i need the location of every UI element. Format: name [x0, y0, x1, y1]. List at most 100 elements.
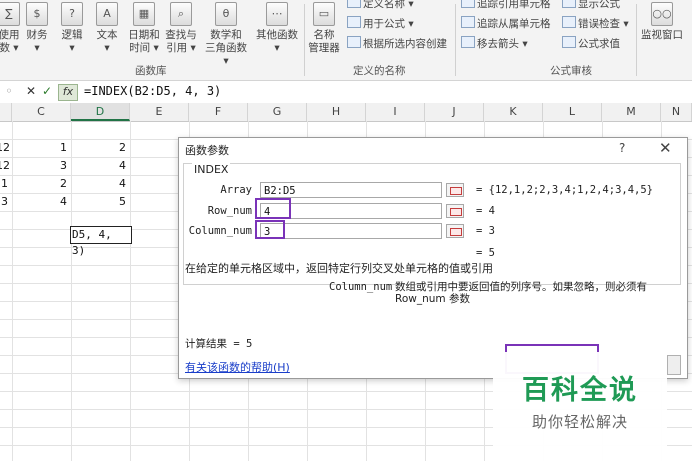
column-header-m[interactable]: M [602, 103, 661, 121]
financial-button[interactable]: $ 财务 ▾ [22, 2, 52, 55]
name-box-dropdown[interactable]: ◦ [2, 84, 16, 99]
question-book-icon: ? [61, 2, 83, 26]
table-cell[interactable]: 5 [71, 193, 130, 211]
collapse-dialog-icon[interactable] [446, 183, 464, 197]
arg-label-column-num: Column_num [188, 225, 252, 237]
function-arguments-dialog: 函数参数 ? ✕ INDEX Array B2:D5 = {12,1,2;2,3… [178, 137, 688, 379]
text-book-icon: A [96, 2, 118, 26]
formula-bar: ◦ ✕ ✓ fx =INDEX(B2:D5, 4, 3) [0, 81, 692, 104]
glasses-icon: ○○ [651, 2, 673, 26]
column-header-n[interactable]: N [661, 103, 692, 121]
column-num-result: = 3 [476, 225, 495, 237]
evaluate-formula-button[interactable]: 公式求值 [562, 36, 620, 51]
column-num-input[interactable]: 3 [260, 223, 442, 239]
trace-precedents-icon [461, 0, 475, 8]
arg-label-array: Array [220, 184, 252, 196]
lookup-reference-button[interactable]: ⌕ 查找与 引用 ▾ [163, 2, 199, 55]
table-cell[interactable]: 3 [0, 193, 12, 211]
evaluate-formula-icon [562, 36, 576, 48]
table-cell[interactable]: 1 [0, 175, 12, 193]
table-cell[interactable]: 2 [71, 139, 130, 157]
row-num-result: = 4 [476, 205, 495, 217]
theta-book-icon: θ [215, 2, 237, 26]
table-cell[interactable]: 12 [0, 139, 12, 157]
watch-window-button[interactable]: ○○ 监视窗口 [638, 2, 686, 42]
trace-dependents-button[interactable]: 追踪从属单元格 [461, 16, 551, 31]
more-functions-button[interactable]: ⋯ 其他函数 ▾ [253, 2, 301, 55]
array-result: = {12,1,2;2,3,4;1,2,4;3,4,5} [476, 184, 654, 196]
function-description: 在给定的单元格区域中，返回特定行列交叉处单元格的值或引用 [185, 262, 493, 275]
collapse-dialog-icon[interactable] [446, 224, 464, 238]
group-separator [455, 4, 456, 76]
array-input[interactable]: B2:D5 [260, 182, 442, 198]
column-header-h[interactable]: H [307, 103, 366, 121]
arg-label-row-num: Row_num [207, 205, 252, 217]
column-header-l[interactable]: L [543, 103, 602, 121]
column-header-g[interactable]: G [248, 103, 307, 121]
define-name-button[interactable]: 定义名称 ▾ [347, 0, 414, 11]
date-time-button[interactable]: ▦ 日期和 时间 ▾ [126, 2, 162, 55]
defined-names-label: 定义的名称 [353, 65, 406, 77]
magnifier-book-icon: ⌕ [170, 2, 192, 26]
show-formulas-icon [562, 0, 576, 8]
total-result: = 5 [476, 247, 495, 259]
trace-dependents-icon [461, 16, 475, 28]
column-header-b[interactable] [0, 103, 12, 121]
table-cell[interactable]: 1 [12, 139, 71, 157]
function-icon: ∑ [0, 2, 20, 26]
table-cell[interactable]: 3 [12, 157, 71, 175]
column-header-d[interactable]: D [71, 103, 130, 121]
use-in-formula-icon [347, 16, 361, 28]
error-checking-button[interactable]: 错误检查 ▾ [562, 16, 629, 31]
confirm-entry-icon[interactable]: ✓ [40, 84, 54, 99]
column-header-f[interactable]: F [189, 103, 248, 121]
watermark-subtitle: 助你轻松解决 [531, 413, 628, 431]
column-header-i[interactable]: I [366, 103, 425, 121]
arg-help-text: 数组或引用中要返回值的列序号。如果忽略，则必须有 Row_num 参数 [395, 281, 647, 305]
create-from-selection-icon [347, 36, 361, 48]
math-trig-button[interactable]: θ 数学和 三角函数 ▾ [201, 2, 251, 68]
remove-arrows-button[interactable]: 移去箭头 ▾ [461, 36, 528, 51]
dialog-title: 函数参数 [185, 144, 229, 157]
calendar-book-icon: ▦ [133, 2, 155, 26]
define-name-icon [347, 0, 361, 8]
table-cell[interactable]: 4 [71, 175, 130, 193]
table-cell[interactable]: 12 [0, 157, 12, 175]
column-header-j[interactable]: J [425, 103, 484, 121]
column-header-e[interactable]: E [130, 103, 189, 121]
column-header-k[interactable]: K [484, 103, 543, 121]
watermark-logo: 百科全说 助你轻松解决 [493, 352, 667, 461]
collapse-dialog-icon[interactable] [446, 204, 464, 218]
column-headers: C D E F G H I J K L M N [0, 103, 692, 122]
cancel-entry-icon[interactable]: ✕ [24, 84, 38, 99]
trace-precedents-button[interactable]: 追踪引用单元格 [461, 0, 551, 11]
active-cell-editor[interactable]: D5, 4, 3) [70, 226, 132, 257]
arg-help-name: Column_num [329, 281, 393, 293]
function-name: INDEX [192, 163, 231, 176]
row-num-highlight [255, 198, 291, 219]
formula-input[interactable]: =INDEX(B2:D5, 4, 3) [84, 84, 221, 98]
use-in-formula-button[interactable]: 用于公式 ▾ [347, 16, 414, 31]
cancel-button[interactable] [667, 355, 681, 375]
text-button[interactable]: A 文本 ▾ [92, 2, 122, 55]
help-icon[interactable]: ? [619, 141, 625, 155]
close-icon[interactable]: ✕ [659, 139, 672, 157]
function-help-link[interactable]: 有关该函数的帮助(H) [185, 359, 290, 375]
table-cell[interactable]: 2 [12, 175, 71, 193]
show-formulas-button[interactable]: 显示公式 [562, 0, 620, 11]
group-separator [304, 4, 305, 76]
function-library-label: 函数库 [135, 65, 167, 77]
recently-used-button[interactable]: ∑ 使用 数 ▾ [0, 2, 20, 55]
table-cell[interactable]: 4 [71, 157, 130, 175]
calculation-result: 计算结果 = 5 [185, 338, 253, 350]
name-manager-button[interactable]: ▭ 名称 管理器 [306, 2, 342, 55]
column-header-c[interactable]: C [12, 103, 71, 121]
group-separator [636, 4, 637, 76]
create-from-selection-button[interactable]: 根据所选内容创建 [347, 36, 447, 51]
logical-button[interactable]: ? 逻辑 ▾ [57, 2, 87, 55]
table-cell[interactable]: 4 [12, 193, 71, 211]
books-icon: ⋯ [266, 2, 288, 26]
insert-function-icon[interactable]: fx [58, 84, 78, 101]
ribbon: ∑ 使用 数 ▾ $ 财务 ▾ ? 逻辑 ▾ A 文本 ▾ ▦ 日期和 时间 ▾… [0, 0, 692, 81]
tag-icon: ▭ [313, 2, 335, 26]
